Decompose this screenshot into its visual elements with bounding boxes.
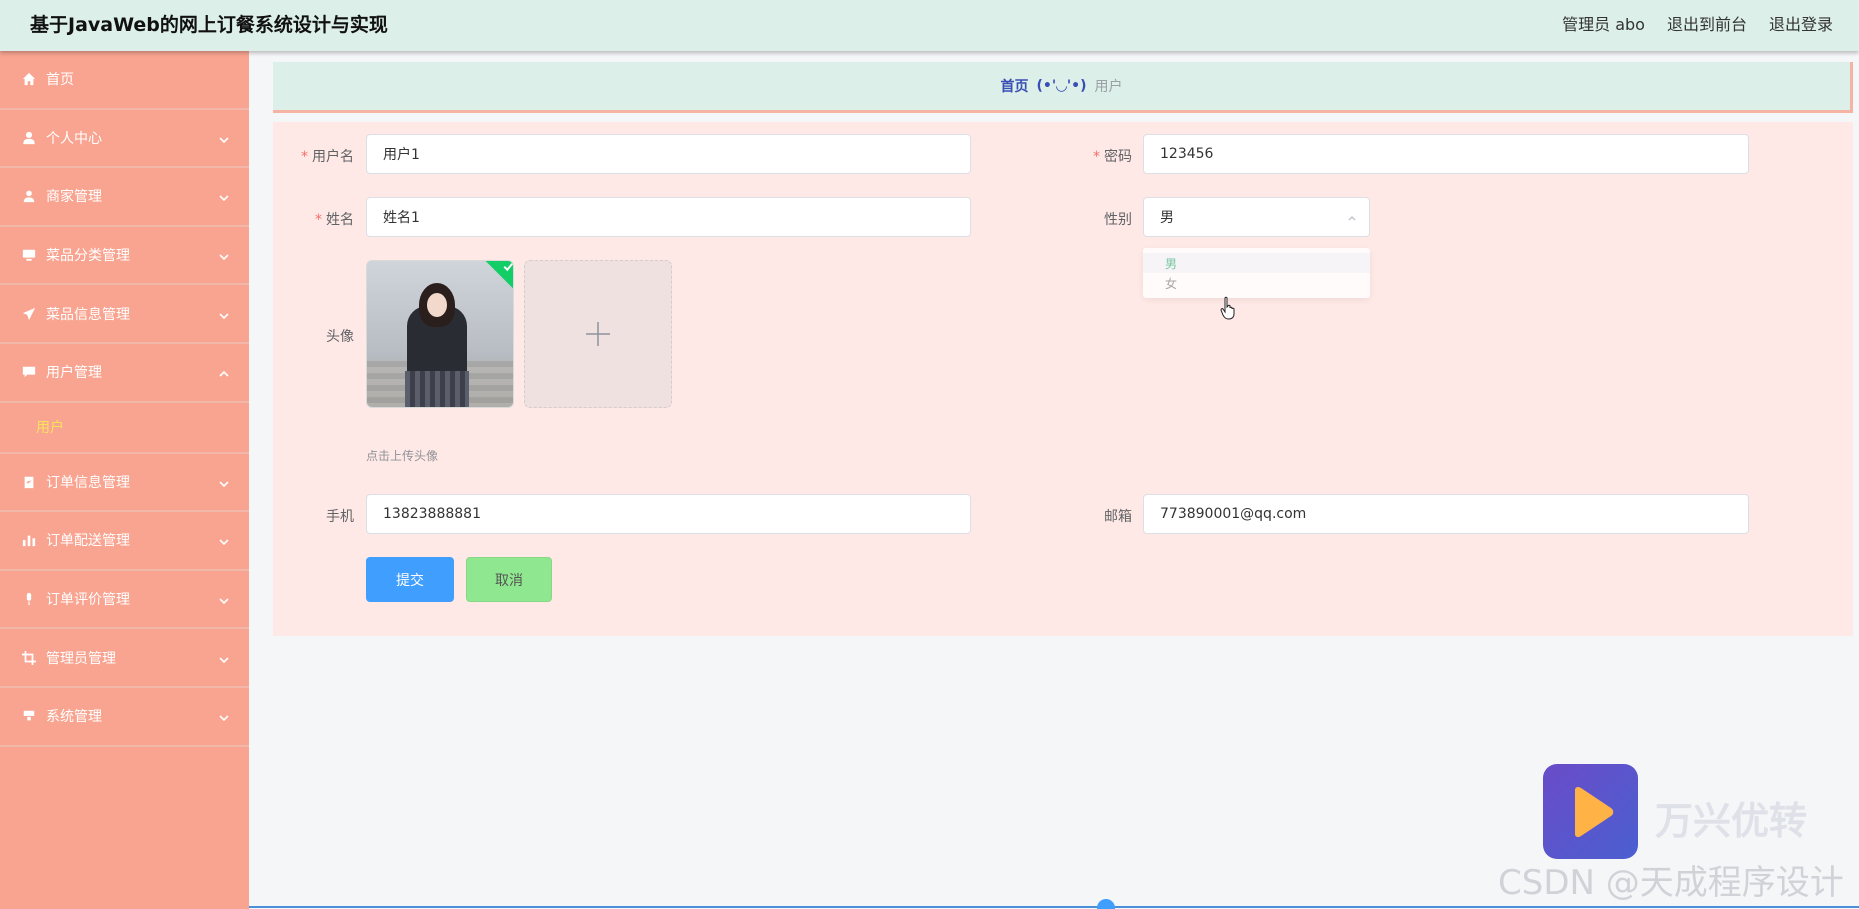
person-icon (22, 189, 36, 203)
username-input[interactable]: 用户1 (366, 134, 971, 174)
sidebar-item-dish-info[interactable]: 菜品信息管理 (0, 285, 249, 344)
sidebar-item-home[interactable]: 首页 (0, 51, 249, 110)
admin-user-label[interactable]: 管理员 abo (1562, 11, 1645, 35)
gender-dropdown: 男 女 (1143, 248, 1370, 298)
plus-icon (586, 322, 610, 346)
sidebar-item-label: 订单评价管理 (46, 592, 130, 609)
email-input[interactable]: 773890001@qq.com (1143, 494, 1749, 534)
name-input[interactable]: 姓名1 (366, 197, 971, 237)
app-title: 基于JavaWeb的网上订餐系统设计与实现 (30, 14, 388, 36)
photo-face (427, 293, 447, 317)
sidebar-item-label: 首页 (46, 72, 74, 89)
sidebar-item-label: 商家管理 (46, 189, 102, 206)
sidebar-item-order-info[interactable]: 订单信息管理 (0, 454, 249, 513)
watermark-csdn-text: CSDN @天成程序设计 (1498, 863, 1844, 903)
breadcrumb-home-link[interactable]: 首页 (1000, 76, 1028, 96)
chevron-down-icon (219, 711, 229, 722)
sidebar-item-admin-management[interactable]: 管理员管理 (0, 629, 249, 688)
monitor-icon (22, 248, 36, 262)
chevron-down-icon (219, 477, 229, 487)
play-icon (1575, 786, 1614, 838)
top-header: 基于JavaWeb的网上订餐系统设计与实现 管理员 abo 退出到前台 退出登录 (0, 0, 1859, 51)
bar-chart-icon (22, 533, 36, 547)
phone-input[interactable]: 13823888881 (366, 494, 971, 534)
scrollbar-thumb[interactable] (1097, 899, 1115, 909)
sidebar-item-label: 系统管理 (46, 709, 102, 726)
logout-link[interactable]: 退出登录 (1769, 11, 1833, 35)
phone-label: 手机 (326, 509, 354, 525)
sidebar-item-user-management[interactable]: 用户管理 (0, 344, 249, 403)
password-label: * 密码 (1093, 149, 1132, 165)
crop-icon (22, 650, 36, 665)
sidebar-item-order-review[interactable]: 订单评价管理 (0, 571, 249, 630)
sidebar-item-personal-center[interactable]: 个人中心 (0, 110, 249, 169)
avatar-upload-hint: 点击上传头像 (366, 449, 439, 463)
back-to-front-link[interactable]: 退出到前台 (1667, 11, 1747, 35)
submit-button[interactable]: 提交 (366, 557, 454, 602)
email-label: 邮箱 (1104, 509, 1132, 525)
hand-cursor-icon (1220, 296, 1235, 320)
chevron-down-icon (219, 535, 229, 546)
avatar-upload-button[interactable] (524, 260, 672, 408)
gender-option-male[interactable]: 男 (1143, 253, 1370, 273)
send-icon (22, 307, 36, 321)
chevron-down-icon (219, 191, 229, 202)
avatar-label: 头像 (326, 329, 354, 345)
gender-select-value: 男 (1160, 210, 1174, 226)
cup-icon (22, 709, 36, 723)
sidebar: 首页 个人中心 商家管理 菜品分类管理 菜品信息管理 用户管理 用户 订单信息管… (0, 51, 249, 909)
chevron-down-icon (219, 653, 229, 663)
gender-option-female[interactable]: 女 (1143, 273, 1370, 293)
photo-skirt (405, 371, 469, 407)
username-label: * 用户名 (301, 149, 354, 165)
sidebar-item-system[interactable]: 系统管理 (0, 688, 249, 747)
microphone-icon (22, 592, 36, 606)
gender-label: 性别 (1104, 212, 1132, 228)
chevron-up-icon (219, 367, 229, 377)
sidebar-item-label: 个人中心 (46, 130, 102, 147)
password-input[interactable]: 123456 (1143, 134, 1749, 174)
chevron-down-icon (219, 250, 229, 261)
horizontal-scrollbar[interactable] (249, 906, 1859, 908)
upload-success-check-icon (484, 261, 513, 291)
sidebar-item-merchant[interactable]: 商家管理 (0, 168, 249, 227)
cancel-button[interactable]: 取消 (466, 557, 552, 602)
breadcrumb-current: 用户 (1094, 79, 1123, 95)
watermark-brand-text: 万兴优转 (1655, 799, 1808, 843)
avatar-thumbnail[interactable] (366, 260, 514, 408)
watermark-logo (1543, 764, 1638, 859)
user-icon (22, 131, 36, 145)
message-icon (22, 365, 36, 379)
chevron-up-icon (1347, 211, 1357, 221)
sidebar-item-dish-category[interactable]: 菜品分类管理 (0, 227, 249, 286)
breadcrumb-separator: (•'◡'•) (1036, 78, 1087, 94)
sidebar-item-label: 用户管理 (46, 365, 102, 382)
sidebar-item-label: 菜品信息管理 (46, 306, 130, 323)
header-links: 管理员 abo 退出到前台 退出登录 (1562, 11, 1833, 35)
clipboard-icon (22, 475, 36, 489)
chevron-down-icon (219, 133, 229, 144)
sidebar-item-label: 订单信息管理 (46, 474, 130, 491)
sidebar-subitem-user[interactable]: 用户 (0, 403, 249, 454)
home-icon (22, 72, 36, 86)
chevron-down-icon (219, 594, 229, 605)
breadcrumb: 首页 (•'◡'•) 用户 (273, 62, 1853, 113)
gender-select[interactable]: 男 (1143, 197, 1370, 237)
sidebar-item-label: 管理员管理 (46, 650, 116, 667)
sidebar-item-label: 菜品分类管理 (46, 248, 130, 265)
chevron-down-icon (219, 309, 229, 319)
name-label: * 姓名 (315, 212, 354, 228)
sidebar-item-label: 订单配送管理 (46, 533, 130, 550)
sidebar-item-order-delivery[interactable]: 订单配送管理 (0, 512, 249, 571)
